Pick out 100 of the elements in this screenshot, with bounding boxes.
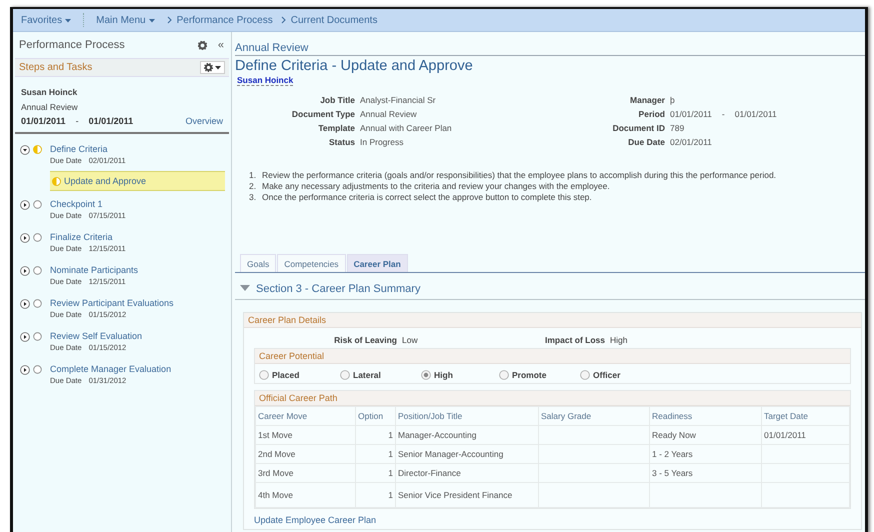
- section-title: Steps and Tasks: [19, 62, 92, 73]
- expand-icon[interactable]: [20, 266, 30, 276]
- expand-icon[interactable]: [20, 332, 30, 342]
- group-header: Career Potential: [255, 349, 850, 364]
- collapse-button[interactable]: «: [218, 39, 224, 51]
- chevron-icon: [166, 16, 172, 24]
- step-link[interactable]: Checkpoint 1: [50, 199, 229, 209]
- task-item[interactable]: Update and Approve: [50, 171, 225, 191]
- field-label: Job Title: [319, 95, 355, 105]
- step-link[interactable]: Complete Manager Evaluation: [50, 364, 229, 374]
- field-value: High: [610, 335, 628, 345]
- page-title: Define Criteria - Update and Approve: [235, 58, 474, 74]
- expand-icon[interactable]: [20, 299, 30, 309]
- radio-label[interactable]: Officer: [593, 370, 620, 380]
- table-cell: 3 - 5 Years: [650, 464, 762, 482]
- field-label: Risk of Leaving: [333, 335, 397, 345]
- breadcrumb: Annual Review: [235, 42, 865, 56]
- tab[interactable]: Competencies: [277, 254, 346, 272]
- field-value: Low: [402, 335, 418, 345]
- radio-button[interactable]: [259, 370, 269, 380]
- field-value: Annual Review: [360, 109, 417, 119]
- group-header: Official Career Path: [255, 391, 850, 406]
- date-separator: -: [76, 116, 79, 126]
- group-header: Career Plan Details: [244, 313, 861, 328]
- radio-button[interactable]: [340, 370, 350, 380]
- caret-icon: [215, 66, 221, 70]
- step-link[interactable]: Review Participant Evaluations: [50, 298, 229, 308]
- caret-icon: [148, 18, 155, 22]
- table-cell: 3rd Move: [256, 464, 356, 482]
- settings-menu-button[interactable]: [200, 61, 225, 74]
- expand-icon[interactable]: [20, 365, 30, 375]
- overview-link[interactable]: Overview: [185, 116, 223, 126]
- end-date: 01/01/2011: [88, 116, 134, 126]
- menu-link[interactable]: Favorites: [17, 14, 76, 26]
- field-value: Annual with Career Plan: [360, 123, 452, 133]
- radio-label[interactable]: High: [434, 370, 453, 380]
- table-cell: Director-Finance: [396, 464, 538, 482]
- caret-icon: [65, 18, 72, 22]
- update-link[interactable]: Update Employee Career Plan: [244, 515, 376, 529]
- step-link[interactable]: Nominate Participants: [50, 265, 229, 275]
- settings-icon: [204, 63, 213, 72]
- column-header: Target Date: [762, 406, 850, 426]
- field-value: In Progress: [360, 137, 404, 147]
- table-cell: Manager-Accounting: [396, 426, 538, 444]
- employee-name: Susan Hoinck: [21, 87, 78, 97]
- table-cell: 01/01/2011: [762, 426, 850, 444]
- tab[interactable]: Goals: [240, 254, 276, 272]
- tab[interactable]: Career Plan: [346, 254, 408, 272]
- field-label: Template: [317, 123, 355, 133]
- list-number: 3.: [249, 192, 258, 203]
- field-label: Document Type: [290, 109, 355, 119]
- collapse-icon[interactable]: [20, 145, 30, 155]
- field-label: Document ID: [612, 123, 665, 133]
- step-link[interactable]: Review Self Evaluation: [50, 331, 229, 341]
- field-value: 01/01/2011: [670, 109, 712, 119]
- field-value: Analyst-Financial Sr: [360, 95, 436, 105]
- field-value: þ: [670, 95, 675, 105]
- section-title: Section 3 - Career Plan Summary: [256, 283, 420, 295]
- field-label: Status: [328, 137, 355, 147]
- list-number: 2.: [249, 181, 258, 192]
- table-cell: 4th Move: [256, 482, 356, 508]
- breadcrumb-link[interactable]: Current Documents: [290, 14, 378, 26]
- radio-button[interactable]: [421, 370, 431, 380]
- column-header: Career Move: [256, 406, 356, 426]
- field-value: 02/01/2011: [670, 137, 712, 147]
- column-header: Position/Job Title: [396, 406, 538, 426]
- expand-icon[interactable]: [20, 233, 30, 243]
- list-number: 1.: [249, 170, 258, 181]
- panel-title: Performance Process: [19, 39, 126, 51]
- menu-link[interactable]: Main Menu: [92, 14, 159, 26]
- instruction-text: Once the performance criteria is correct select the approve button to complete this step.: [262, 192, 592, 203]
- table-cell: 1: [356, 426, 396, 444]
- radio-label[interactable]: Lateral: [353, 370, 381, 380]
- document-type: Annual Review: [21, 102, 79, 112]
- breadcrumb-link[interactable]: Performance Process: [176, 14, 273, 26]
- column-header: Option: [356, 406, 396, 426]
- instruction-text: Review the performance criteria (goals and/or responsibilities) that the employee plans to accomplish during this the performance period.: [262, 170, 776, 181]
- radio-label[interactable]: Promote: [512, 370, 546, 380]
- field-label: Manager: [629, 95, 665, 105]
- step-link[interactable]: Define Criteria: [50, 144, 229, 154]
- table-cell: 1 - 2 Years: [650, 444, 762, 464]
- employee-link[interactable]: Susan Hoinck: [237, 75, 294, 86]
- expand-icon[interactable]: [20, 200, 30, 210]
- radio-label[interactable]: Placed: [272, 370, 300, 380]
- column-header: Readiness: [650, 406, 762, 426]
- settings-icon: [198, 40, 207, 50]
- table-cell: 1st Move: [256, 426, 356, 444]
- radio-button[interactable]: [499, 370, 509, 380]
- table-cell: 1: [356, 464, 396, 482]
- field-label: Due Date: [627, 137, 665, 147]
- date-separator: -: [722, 109, 725, 119]
- table-cell: 2nd Move: [256, 444, 356, 464]
- column-header: Salary Grade: [538, 406, 650, 426]
- table-cell: 1: [356, 444, 396, 464]
- instruction-text: Make any necessary adjustments to the criteria and review your changes with the employee.: [262, 181, 610, 192]
- table-cell: Senior Vice President Finance: [396, 482, 538, 508]
- step-link[interactable]: Finalize Criteria: [50, 232, 229, 242]
- field-label: Period: [638, 109, 665, 119]
- table-cell: Senior Manager-Accounting: [396, 444, 538, 464]
- radio-button[interactable]: [580, 370, 590, 380]
